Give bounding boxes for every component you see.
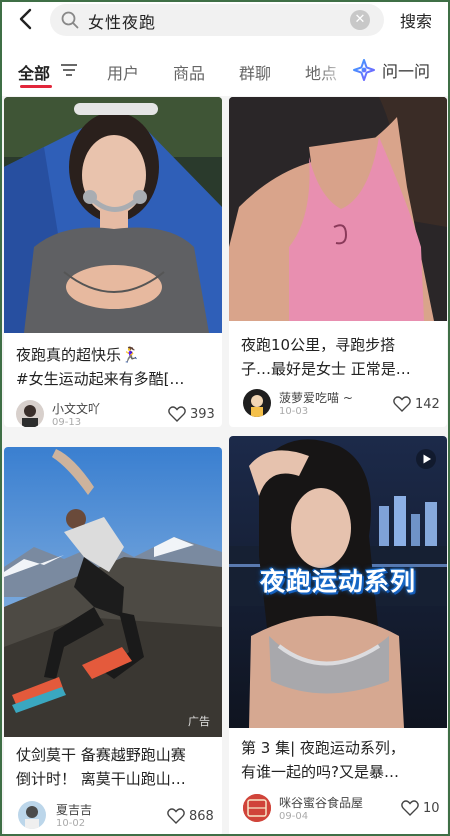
search-icon: [61, 11, 79, 29]
heart-icon: [167, 808, 185, 824]
like-button[interactable]: 868: [167, 808, 214, 824]
like-count: 10: [423, 800, 440, 816]
heart-icon: [393, 396, 411, 412]
card-title: 夜跑真的超快乐🏃‍♀️ #女生运动起来有多酷[…: [16, 346, 185, 388]
search-bar: 女性夜跑 ✕ 搜索: [0, 0, 450, 40]
video-overlay-title: 夜跑运动系列: [259, 567, 416, 596]
card-title: 第 3 集| 夜跑运动系列， 有谁一起的吗?又是暴…: [241, 739, 405, 781]
like-button[interactable]: 393: [168, 406, 215, 422]
cover-image: [4, 97, 222, 333]
clear-icon[interactable]: ✕: [350, 10, 370, 30]
filter-tabs: 全部 用户 商品 群聊 地点 问一问: [0, 40, 450, 96]
cover-image: [229, 97, 447, 321]
ask-label: 问一问: [382, 62, 431, 81]
post-date: 09-04: [279, 811, 309, 822]
like-count: 142: [415, 396, 440, 412]
filter-icon[interactable]: [60, 62, 78, 78]
note-card[interactable]: 夜跑10公里，寻跑步搭 子…最好是女士 正常是… 菠萝爱吃喵 ~ 10-03 1…: [229, 97, 447, 427]
tab-goods[interactable]: 商品: [173, 60, 205, 84]
back-arrow-icon: [19, 8, 32, 30]
post-date: 10-02: [56, 818, 86, 829]
avatar[interactable]: [16, 400, 44, 427]
avatar[interactable]: [18, 801, 46, 829]
like-button[interactable]: 10: [401, 800, 440, 816]
author-name[interactable]: 菠萝爱吃喵 ~: [279, 389, 353, 406]
author-name[interactable]: 夏吉吉: [56, 801, 92, 818]
video-play-icon: [416, 449, 436, 469]
author-name[interactable]: 小文文吖: [52, 400, 100, 417]
search-input[interactable]: 女性夜跑 ✕: [50, 4, 384, 36]
heart-icon: [168, 406, 186, 422]
tab-users[interactable]: 用户: [107, 60, 139, 84]
tab-groups[interactable]: 群聊: [239, 60, 271, 84]
post-date: 09-13: [52, 417, 82, 427]
ask-button[interactable]: 问一问: [352, 54, 430, 86]
like-count: 393: [190, 406, 215, 422]
back-button[interactable]: [14, 6, 40, 32]
card-title: 夜跑10公里，寻跑步搭 子…最好是女士 正常是…: [241, 336, 411, 378]
tab-fade: [318, 52, 350, 88]
like-button[interactable]: 142: [393, 396, 440, 412]
avatar[interactable]: [243, 794, 271, 822]
cover-image: 广告: [4, 447, 222, 737]
search-button[interactable]: 搜索: [400, 8, 432, 32]
avatar[interactable]: [243, 389, 271, 417]
note-card[interactable]: 夜跑运动系列 第 3 集| 夜跑运动系列， 有谁一起的吗?又是暴… 咪谷蜜谷食品…: [229, 436, 447, 836]
cover-image: 夜跑运动系列: [229, 436, 447, 728]
tab-all[interactable]: 全部: [18, 60, 50, 84]
ad-badge: 广告: [188, 715, 210, 728]
ask-sparkle-icon: [353, 59, 375, 81]
card-title: 仗剑莫干 备赛越野跑山赛 倒计时！ 离莫干山跑山…: [16, 746, 186, 788]
author-name[interactable]: 咪谷蜜谷食品屋: [279, 794, 363, 811]
note-card[interactable]: 广告 仗剑莫干 备赛越野跑山赛 倒计时！ 离莫干山跑山… 夏吉吉 10-02 8…: [4, 447, 222, 836]
like-count: 868: [189, 808, 214, 824]
search-query: 女性夜跑: [88, 13, 157, 32]
heart-icon: [401, 800, 419, 816]
post-date: 10-03: [279, 406, 309, 417]
active-tab-indicator: [20, 85, 52, 88]
note-card[interactable]: 夜跑真的超快乐🏃‍♀️ #女生运动起来有多酷[… 小文文吖 09-13 393: [4, 97, 222, 427]
